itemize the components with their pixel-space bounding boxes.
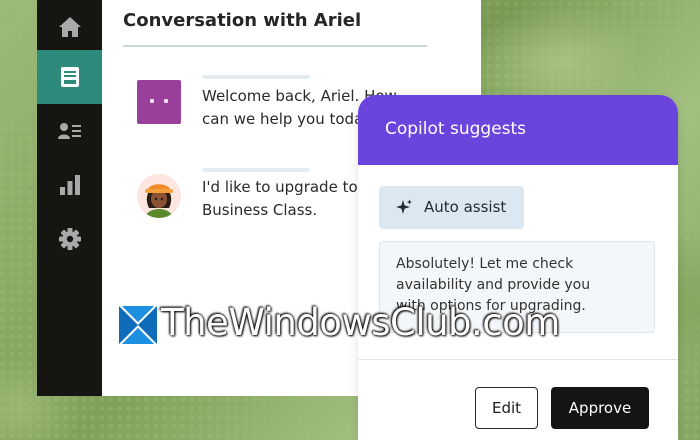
approve-button[interactable]: Approve <box>551 387 649 429</box>
home-icon <box>58 17 81 37</box>
suggestion-line: availability and provide you <box>396 277 591 293</box>
contacts-icon <box>57 123 81 139</box>
title-divider <box>123 45 427 47</box>
sparkle-icon <box>396 199 412 214</box>
nav-analytics[interactable] <box>37 158 102 212</box>
sidebar <box>37 0 102 396</box>
gear-icon <box>58 228 81 250</box>
bot-avatar <box>137 80 181 124</box>
message-line: I'd like to upgrade to <box>202 178 358 196</box>
bot-eye-right <box>164 99 168 103</box>
nav-home[interactable] <box>37 0 102 54</box>
inbox-icon <box>60 67 79 87</box>
analytics-icon <box>59 175 80 195</box>
windows-club-logo-icon <box>119 306 157 344</box>
conversation-title: Conversation with Ariel <box>123 10 362 31</box>
message-line: Business Class. <box>202 201 318 219</box>
message-meta-line <box>202 168 310 172</box>
copilot-header: Copilot suggests <box>358 95 678 165</box>
nav-contacts[interactable] <box>37 104 102 158</box>
user-avatar <box>137 174 181 218</box>
edit-button[interactable]: Edit <box>475 387 538 429</box>
message-meta-line <box>202 75 310 79</box>
auto-assist-button[interactable]: Auto assist <box>379 186 524 229</box>
nav-settings[interactable] <box>37 212 102 266</box>
auto-assist-label: Auto assist <box>424 198 507 216</box>
copilot-title: Copilot suggests <box>385 119 527 139</box>
panel-divider <box>358 359 678 360</box>
watermark-text: TheWindowsClub.com <box>161 301 560 344</box>
message-text: I'd like to upgrade to Business Class. <box>202 176 358 222</box>
nav-inbox[interactable] <box>37 50 102 104</box>
suggestion-line: Absolutely! Let me check <box>396 256 574 272</box>
bot-eye-left <box>150 99 154 103</box>
copilot-panel: Copilot suggests Auto assist Absolutely!… <box>358 95 678 440</box>
